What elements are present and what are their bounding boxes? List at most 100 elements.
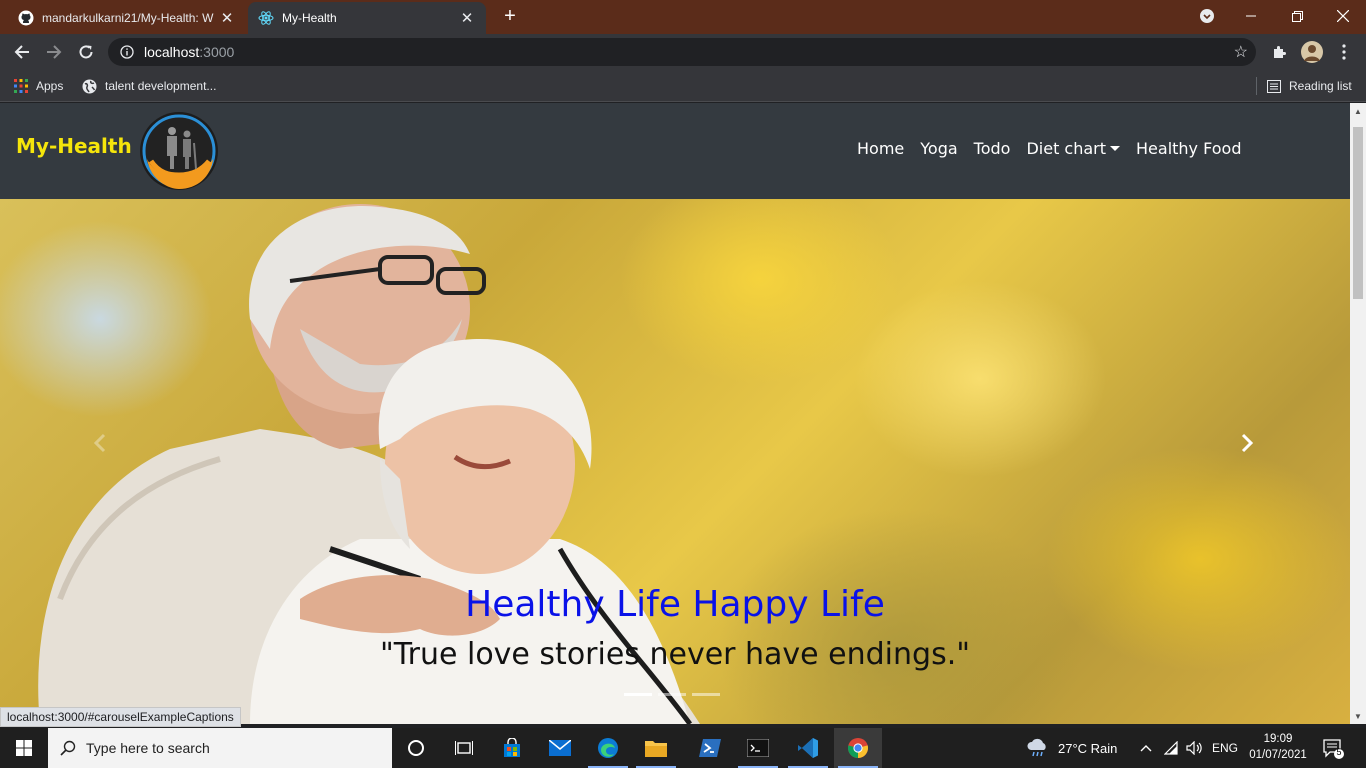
language-label: ENG: [1212, 741, 1239, 755]
restore-button[interactable]: [1274, 0, 1320, 32]
powershell-icon: [699, 739, 721, 757]
nav-diet-chart-dropdown[interactable]: Diet chart: [1018, 139, 1128, 158]
tab-search-button[interactable]: [1184, 0, 1230, 32]
clock-time: 19:09: [1263, 733, 1293, 745]
start-button[interactable]: [0, 728, 48, 768]
carousel-indicator-1[interactable]: [624, 693, 652, 696]
nav-healthy-food[interactable]: Healthy Food: [1128, 139, 1249, 158]
weather-text: 27°C Rain: [1058, 740, 1118, 756]
carousel-caption-title: Healthy Life Happy Life: [465, 584, 885, 625]
bookmark-star-icon[interactable]: ☆: [1234, 42, 1248, 62]
close-window-button[interactable]: [1320, 0, 1366, 32]
speaker-icon: [1186, 741, 1202, 755]
edge-icon: [598, 738, 618, 758]
new-tab-button[interactable]: +: [498, 5, 522, 29]
my-health-logo[interactable]: [139, 111, 219, 191]
url-port: :3000: [199, 44, 235, 60]
terminal-app[interactable]: [734, 728, 782, 768]
cortana-button[interactable]: [392, 728, 440, 768]
clock-date: 01/07/2021: [1249, 749, 1307, 761]
forward-button[interactable]: [42, 40, 66, 64]
puzzle-icon: [1274, 46, 1286, 58]
reading-list-icon: [1267, 79, 1281, 93]
chevron-down-icon: [1200, 9, 1214, 23]
bookmarks-bar: Apps talent development... Reading list: [0, 70, 1366, 102]
carousel-next-button[interactable]: [1232, 429, 1262, 459]
reading-list-button[interactable]: Reading list: [1267, 77, 1352, 95]
bookmark-talent-development[interactable]: talent development...: [82, 77, 216, 95]
browser-menu-button[interactable]: [1332, 40, 1356, 64]
restore-icon: [1291, 10, 1303, 22]
search-placeholder: Type here to search: [86, 740, 210, 756]
carousel-prev-button[interactable]: [85, 429, 115, 459]
rain-cloud-icon: [1027, 738, 1046, 757]
volume-control[interactable]: [1186, 728, 1204, 768]
scroll-up-arrow-icon[interactable]: ▲: [1350, 105, 1366, 119]
avatar-icon: [1301, 41, 1323, 63]
back-arrow-icon: [14, 45, 29, 59]
chrome-app[interactable]: [834, 728, 882, 768]
chevron-left-icon: [93, 433, 106, 453]
carousel-caption-quote: "True love stories never have endings.": [379, 637, 971, 672]
scrollbar-thumb[interactable]: [1353, 127, 1363, 299]
close-icon[interactable]: ✕: [458, 9, 476, 27]
tab-title: My-Health: [282, 11, 337, 25]
nav-home[interactable]: Home: [849, 139, 912, 158]
brand-link[interactable]: My-Health: [16, 134, 132, 158]
windows-logo-icon: [16, 740, 32, 756]
extensions-button[interactable]: [1268, 40, 1292, 64]
powershell-app[interactable]: [686, 728, 734, 768]
minimize-button[interactable]: [1228, 0, 1274, 32]
page-viewport: My-Health Home Yoga Todo Diet chart Heal…: [0, 103, 1350, 724]
reload-button[interactable]: [74, 40, 98, 64]
site-navbar: My-Health Home Yoga Todo Diet chart Heal…: [0, 103, 1350, 199]
system-clock[interactable]: 19:09 01/07/2021: [1248, 731, 1308, 763]
scroll-down-arrow-icon[interactable]: ▼: [1350, 710, 1366, 724]
edge-app[interactable]: [584, 728, 632, 768]
vscode-icon: [798, 738, 818, 758]
apps-grid-icon: [14, 79, 28, 93]
nav-yoga[interactable]: Yoga: [912, 139, 965, 158]
hero-carousel: Healthy Life Happy Life "True love stori…: [0, 199, 1350, 724]
network-status[interactable]: [1164, 728, 1180, 768]
github-icon: [18, 10, 34, 26]
task-view-button[interactable]: [440, 728, 488, 768]
profile-avatar[interactable]: [1300, 40, 1324, 64]
input-language-indicator[interactable]: ENG: [1212, 728, 1238, 768]
page-scrollbar[interactable]: ▲ ▼: [1350, 103, 1366, 724]
close-icon: [1337, 10, 1349, 22]
tab-my-health[interactable]: My-Health ✕: [248, 2, 486, 34]
browser-toolbar: localhost:3000 ☆: [0, 34, 1366, 70]
show-hidden-icons-button[interactable]: [1140, 728, 1152, 768]
taskbar-search-box[interactable]: Type here to search: [48, 728, 392, 768]
reading-list-label: Reading list: [1289, 79, 1352, 93]
info-icon[interactable]: [120, 45, 134, 59]
bookmark-divider: [1256, 77, 1257, 95]
nav-todo[interactable]: Todo: [966, 139, 1019, 158]
diet-chart-label: Diet chart: [1026, 139, 1107, 158]
cortana-circle-icon: [408, 740, 424, 756]
mail-app[interactable]: [536, 728, 584, 768]
back-button[interactable]: [10, 40, 34, 64]
close-icon[interactable]: ✕: [218, 9, 236, 27]
weather-widget[interactable]: 27°C Rain: [1026, 728, 1117, 768]
caret-down-icon: [1110, 146, 1121, 151]
bookmark-apps[interactable]: Apps: [14, 77, 63, 95]
store-app[interactable]: [488, 728, 536, 768]
carousel-indicator-3[interactable]: [692, 693, 720, 696]
bookmark-label: Apps: [36, 79, 64, 93]
reload-icon: [79, 45, 93, 59]
vscode-app[interactable]: [784, 728, 832, 768]
file-explorer-app[interactable]: [632, 728, 680, 768]
tab-github[interactable]: mandarkulkarni21/My-Health: W ✕: [8, 2, 246, 34]
address-bar[interactable]: localhost:3000 ☆: [108, 38, 1256, 66]
carousel-indicators: [624, 693, 720, 696]
task-view-icon: [455, 741, 473, 755]
chevron-up-icon: [1140, 745, 1152, 752]
action-center-button[interactable]: 5: [1322, 728, 1344, 768]
minimize-icon: [1246, 15, 1256, 17]
folder-icon: [645, 741, 667, 757]
carousel-indicator-2[interactable]: [658, 693, 686, 696]
chrome-icon: [847, 738, 869, 758]
tab-title: mandarkulkarni21/My-Health: W: [42, 11, 214, 25]
